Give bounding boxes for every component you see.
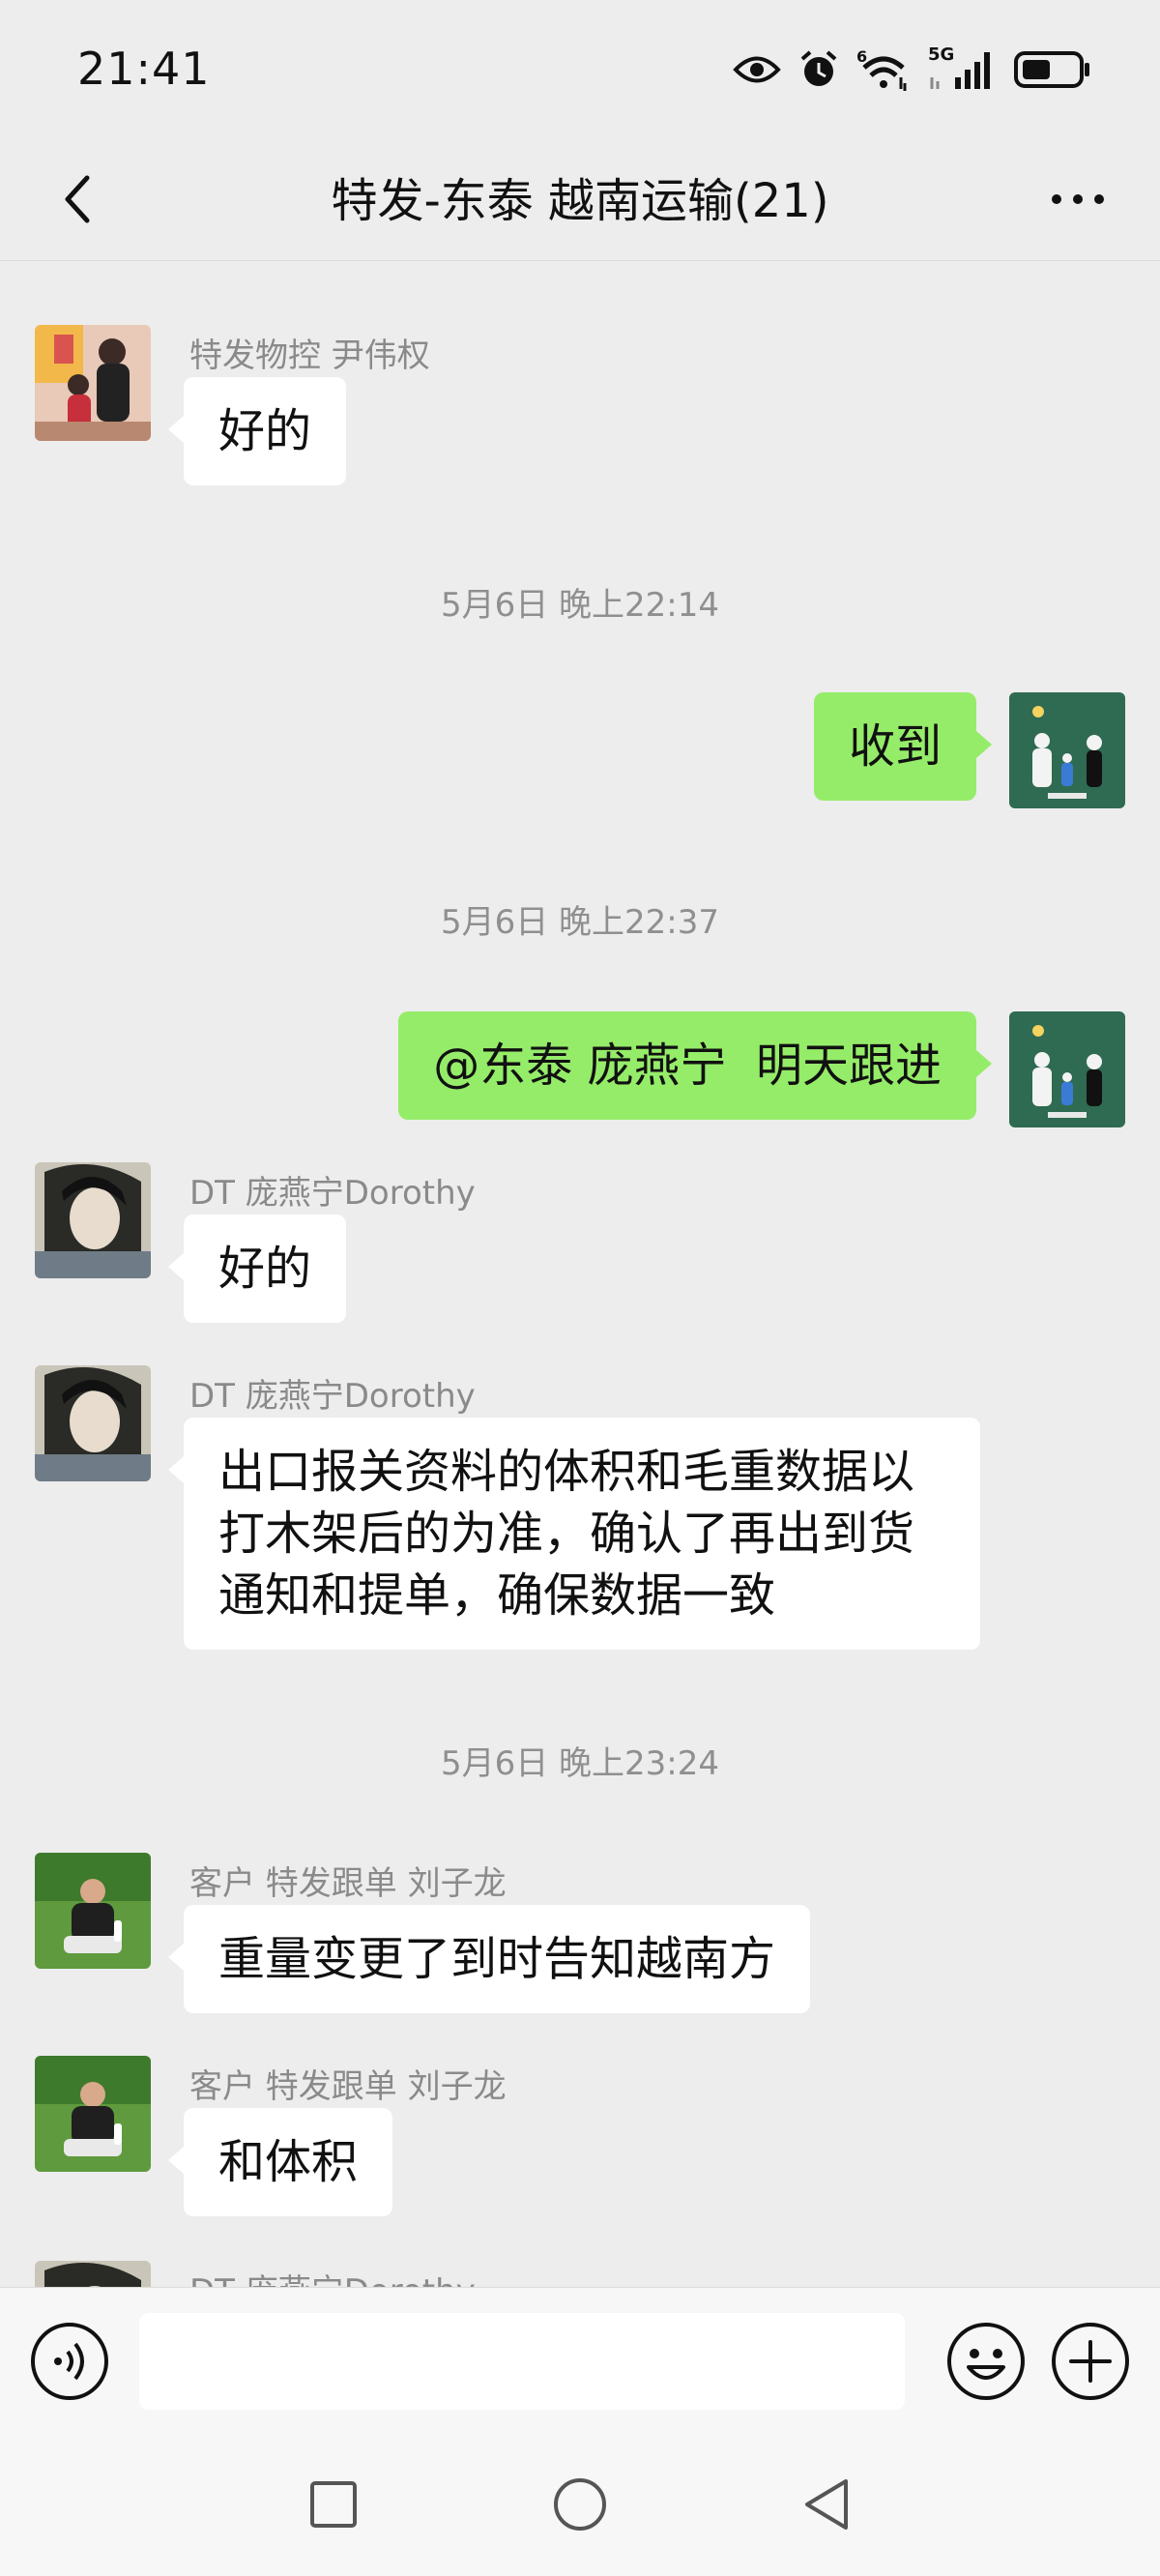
message-bubble[interactable]: @东泰 庞燕宁 明天跟进	[398, 1011, 992, 1120]
message-input[interactable]	[139, 2313, 905, 2410]
signal-icon: 5G	[928, 44, 996, 91]
plus-button[interactable]	[1050, 2321, 1131, 2402]
sim-label: 6	[856, 48, 867, 66]
recent-apps-icon	[310, 2481, 357, 2528]
message-line: 出口报关资料的体积和毛重数据以	[218, 1445, 915, 1499]
status-time: 21:41	[77, 43, 211, 95]
sender-name: DT 庞燕宁Dorothy	[189, 2265, 476, 2287]
plus-icon	[1052, 2323, 1129, 2400]
battery-icon	[1014, 51, 1089, 88]
input-bar	[0, 2287, 1160, 2432]
message-bubble[interactable]: 重量变更了到时告知越南方	[167, 1905, 811, 2013]
message-line: 打木架后的为准，确认了再出到货	[218, 1507, 915, 1561]
message-bubble[interactable]: 收到	[813, 692, 993, 801]
message-bubble[interactable]: 好的	[167, 377, 347, 485]
nav-back-button[interactable]	[793, 2471, 860, 2538]
message-line: 通知和提单，确保数据一致	[218, 1568, 776, 1623]
status-bar: 21:41 6 5G	[0, 0, 1160, 135]
chat-header: 特发-东泰 越南运输(21)	[0, 135, 1160, 261]
chat-title: 特发-东泰 越南运输(21)	[331, 174, 829, 228]
avatar[interactable]	[35, 325, 151, 441]
back-icon	[805, 2479, 848, 2530]
eye-icon	[733, 56, 781, 83]
sender-name: DT 庞燕宁Dorothy	[189, 1377, 476, 1416]
system-nav-bar	[0, 2432, 1160, 2576]
avatar[interactable]	[35, 1162, 151, 1278]
message-bubble[interactable]: 出口报关资料的体积和毛重数据以 打木架后的为准，确认了再出到货 通知和提单，确保…	[168, 1418, 980, 1650]
sender-name: 客户 特发跟单 刘子龙	[189, 2067, 507, 2106]
message-list[interactable]: 特发物控 尹伟权 好的 5月6日 晚上22:14 收到 5月6日 晚上22:37	[0, 261, 1160, 2287]
avatar[interactable]	[35, 1365, 151, 1481]
sender-name: DT 庞燕宁Dorothy	[189, 1174, 476, 1213]
message-bubble[interactable]: 和体积	[167, 2108, 393, 2216]
sender-name: 客户 特发跟单 刘子龙	[189, 1864, 507, 1903]
message-bubble[interactable]: 好的	[167, 1215, 347, 1323]
emoji-button[interactable]	[945, 2321, 1027, 2402]
home-icon	[554, 2478, 606, 2531]
wifi-icon: 6	[856, 48, 907, 91]
more-dots-icon	[1052, 194, 1104, 204]
home-button[interactable]	[546, 2471, 614, 2538]
timestamp: 5月6日 晚上23:24	[440, 1744, 720, 1783]
avatar[interactable]	[1009, 692, 1125, 808]
more-button[interactable]	[1034, 161, 1121, 238]
avatar[interactable]	[35, 2261, 151, 2287]
alarm-icon	[800, 50, 837, 86]
timestamp: 5月6日 晚上22:37	[440, 903, 720, 942]
sender-name: 特发物控 尹伟权	[189, 337, 430, 375]
emoji-icon	[947, 2323, 1025, 2400]
recent-apps-button[interactable]	[300, 2471, 367, 2538]
avatar[interactable]	[1009, 1011, 1125, 1127]
voice-button[interactable]	[29, 2321, 110, 2402]
timestamp: 5月6日 晚上22:14	[440, 586, 720, 625]
avatar[interactable]	[35, 1853, 151, 1969]
avatar[interactable]	[35, 2056, 151, 2172]
status-icons: 6 5G	[733, 44, 1092, 95]
voice-icon	[31, 2323, 108, 2400]
